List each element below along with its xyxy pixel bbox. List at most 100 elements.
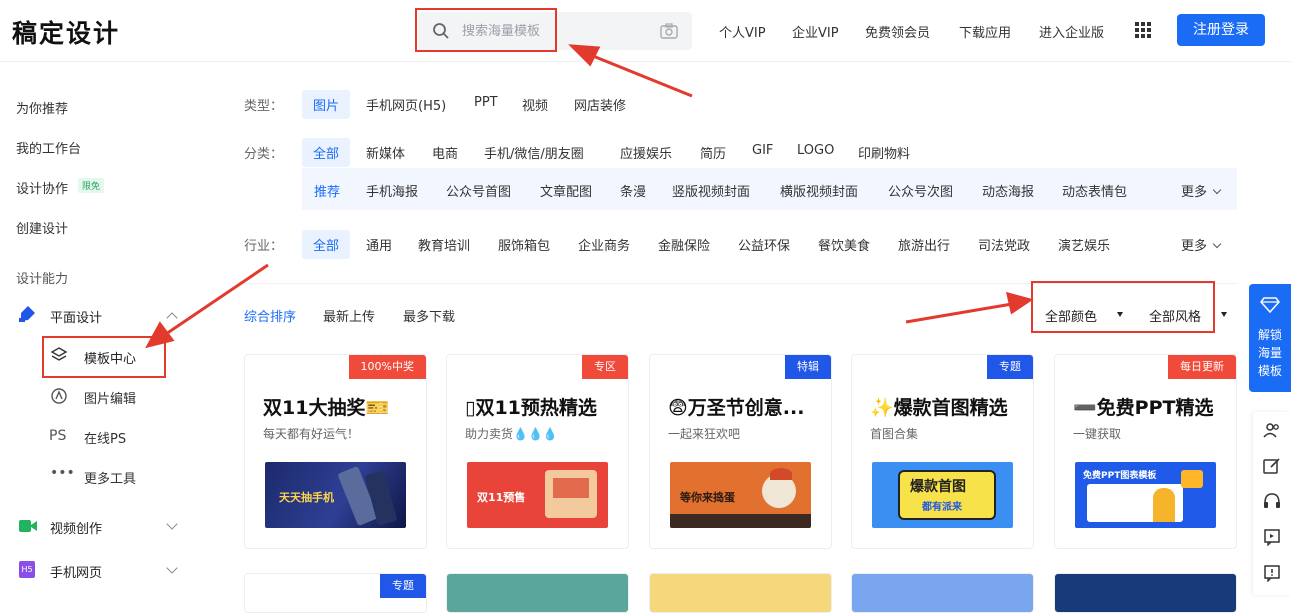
- card-tag: 100%中奖: [348, 355, 426, 379]
- chevron-down-icon[interactable]: [166, 562, 178, 574]
- template-card[interactable]: [446, 573, 629, 613]
- category-chip[interactable]: LOGO: [797, 143, 834, 158]
- users-icon[interactable]: [1263, 422, 1281, 438]
- headset-icon[interactable]: [1263, 492, 1281, 509]
- feedback-icon[interactable]: [1263, 528, 1281, 546]
- category-chip[interactable]: 简历: [700, 143, 726, 162]
- industry-chip[interactable]: 金融保险: [658, 235, 710, 254]
- subcategory-chip[interactable]: 文章配图: [540, 181, 592, 200]
- sidebar-group-video[interactable]: 视频创作: [50, 518, 102, 537]
- h5-icon: H5: [19, 561, 35, 578]
- sort-newest[interactable]: 最新上传: [323, 306, 375, 325]
- industry-chip[interactable]: 通用: [366, 235, 392, 254]
- sidebar-group-graphic[interactable]: 平面设计: [50, 307, 102, 326]
- type-chip-shop[interactable]: 网店装修: [574, 95, 626, 114]
- category-chip[interactable]: 手机/微信/朋友圈: [484, 143, 584, 162]
- card-tag: 专题: [987, 355, 1033, 379]
- type-chip-h5[interactable]: 手机网页(H5): [366, 95, 446, 114]
- industry-chip[interactable]: 餐饮美食: [818, 235, 870, 254]
- card-subtitle: 首图合集: [870, 427, 919, 441]
- sidebar-group-h5[interactable]: 手机网页: [50, 562, 102, 581]
- subcategory-chip[interactable]: 公众号首图: [446, 181, 511, 200]
- sidebar-item-workspace[interactable]: 我的工作台: [16, 138, 81, 157]
- subcategory-chip[interactable]: 动态海报: [982, 181, 1034, 200]
- chevron-down-icon[interactable]: [166, 518, 178, 530]
- industry-chip[interactable]: 司法党政: [978, 235, 1030, 254]
- card-subtitle: 一键获取: [1073, 427, 1122, 441]
- card-subtitle: 助力卖货💧💧💧: [465, 427, 558, 441]
- camera-icon[interactable]: [660, 23, 678, 39]
- thumbnail-text: 天天抽手机: [279, 491, 334, 504]
- category-chip[interactable]: 应援娱乐: [620, 143, 672, 162]
- type-chip-video[interactable]: 视频: [522, 95, 548, 114]
- template-card[interactable]: [1054, 573, 1237, 613]
- unlock-label: 海量: [1257, 346, 1282, 360]
- ps-icon: PS: [49, 428, 67, 444]
- nav-personal-vip[interactable]: 个人VIP: [719, 22, 766, 41]
- sidebar-item-image-edit[interactable]: 图片编辑: [84, 388, 136, 407]
- industry-chip[interactable]: 服饰箱包: [498, 235, 550, 254]
- industry-chip[interactable]: 企业商务: [578, 235, 630, 254]
- template-card[interactable]: 专题 ✨爆款首图精选 首图合集 爆款首图 都有派来: [851, 354, 1034, 549]
- sort-most-downloads[interactable]: 最多下载: [403, 306, 455, 325]
- pumpkin-hat: [770, 468, 792, 480]
- nav-free-member[interactable]: 免费领会员: [865, 22, 930, 41]
- type-chip-ppt[interactable]: PPT: [474, 95, 498, 110]
- category-chip-all[interactable]: 全部: [302, 138, 351, 167]
- subcategory-chip[interactable]: 条漫: [620, 181, 646, 200]
- nav-enterprise-edition[interactable]: 进入企业版: [1039, 22, 1104, 41]
- template-card[interactable]: 每日更新 ➖免费PPT精选 一键获取 免费PPT图表模板: [1054, 354, 1237, 549]
- subcategory-chip[interactable]: 竖版视频封面: [672, 181, 750, 200]
- sidebar-item-create[interactable]: 创建设计: [16, 218, 68, 237]
- edit-icon[interactable]: [1263, 457, 1281, 475]
- type-chip-image[interactable]: 图片: [302, 90, 351, 119]
- industry-chip[interactable]: 旅游出行: [898, 235, 950, 254]
- industry-chip[interactable]: 教育培训: [418, 235, 470, 254]
- template-card[interactable]: 特辑 😨万圣节创意... 一起来狂欢吧 等你来捣蛋: [649, 354, 832, 549]
- unlock-templates-button[interactable]: 解锁 海量 模板: [1249, 284, 1291, 392]
- apps-grid-icon[interactable]: [1135, 22, 1151, 38]
- subcategory-more-link[interactable]: 更多: [1181, 181, 1222, 200]
- nav-download-app[interactable]: 下载应用: [959, 22, 1011, 41]
- template-card[interactable]: [851, 573, 1034, 613]
- card-tag: 特辑: [785, 355, 831, 379]
- thumbnail-subtext: 都有派来: [922, 502, 962, 513]
- subcategory-chip-recommend[interactable]: 推荐: [314, 181, 340, 200]
- brand-logo[interactable]: 稿定设计: [12, 14, 120, 50]
- category-chip[interactable]: 印刷物料: [858, 143, 910, 162]
- chevron-down-icon: [1212, 239, 1222, 249]
- message-icon[interactable]: [1263, 564, 1281, 582]
- industry-chip[interactable]: 演艺娱乐: [1058, 235, 1110, 254]
- template-card[interactable]: 专题: [244, 573, 427, 613]
- card-title: 双11大抽奖🎫: [263, 397, 390, 419]
- subcategory-chip[interactable]: 公众号次图: [888, 181, 953, 200]
- nav-enterprise-vip[interactable]: 企业VIP: [792, 22, 839, 41]
- sidebar-section-title: 设计能力: [16, 272, 69, 287]
- chevron-up-icon[interactable]: [166, 312, 178, 324]
- card-thumbnail: 爆款首图 都有派来: [872, 462, 1013, 528]
- highlight-box: [415, 8, 557, 52]
- category-chip[interactable]: 电商: [432, 143, 458, 162]
- category-chip[interactable]: GIF: [752, 143, 773, 158]
- subcategory-chip[interactable]: 动态表情包: [1062, 181, 1127, 200]
- thumbnail-text: 免费PPT图表模板: [1083, 471, 1157, 481]
- template-card[interactable]: 100%中奖 双11大抽奖🎫 每天都有好运气！ 天天抽手机: [244, 354, 427, 549]
- subcategory-chip[interactable]: 横版视频封面: [780, 181, 858, 200]
- category-chip[interactable]: 新媒体: [366, 143, 405, 162]
- template-card[interactable]: [649, 573, 832, 613]
- sort-comprehensive[interactable]: 综合排序: [244, 306, 296, 325]
- industry-more-link[interactable]: 更多: [1181, 235, 1222, 254]
- sidebar-item-more-tools[interactable]: 更多工具: [84, 468, 136, 487]
- industry-chip-all[interactable]: 全部: [302, 230, 351, 259]
- sidebar-item-online-ps[interactable]: 在线PS: [84, 428, 126, 447]
- subcategory-chip[interactable]: 手机海报: [366, 181, 418, 200]
- category-label: 分类：: [244, 147, 284, 162]
- card-thumbnail: 免费PPT图表模板: [1075, 462, 1216, 528]
- industry-chip[interactable]: 公益环保: [738, 235, 790, 254]
- card-title: ✨爆款首图精选: [870, 397, 1008, 419]
- floating-toolbar: [1253, 412, 1291, 595]
- sidebar-item-collab[interactable]: 设计协作: [16, 178, 68, 197]
- register-login-button[interactable]: 注册登录: [1177, 14, 1265, 46]
- sidebar-item-recommend[interactable]: 为你推荐: [16, 98, 68, 117]
- template-card[interactable]: 专区 ▯双11预热精选 助力卖货💧💧💧 双11预售: [446, 354, 629, 549]
